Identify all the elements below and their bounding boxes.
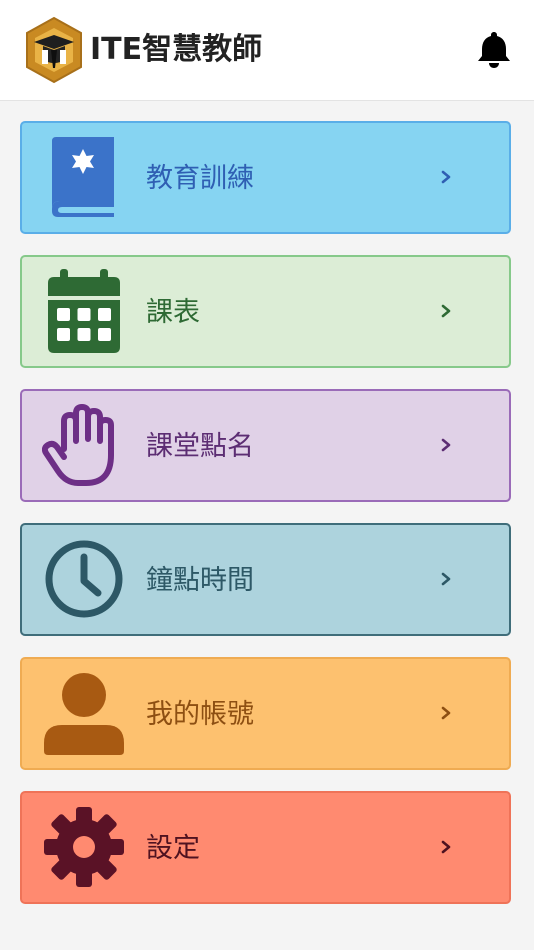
clock-icon: [42, 537, 126, 621]
menu-item-class-attendance[interactable]: 課堂點名: [20, 389, 511, 502]
menu-item-label: 我的帳號: [146, 699, 254, 730]
main-menu: 教育訓練 課表 課堂點名 鐘點時間 我的帳號 設定: [20, 121, 511, 925]
menu-item-timetable[interactable]: 課表: [20, 255, 511, 368]
app-header: ITE智慧教師: [0, 0, 534, 101]
chevron-right-icon: [439, 837, 453, 857]
menu-item-label: 課表: [146, 297, 200, 328]
menu-item-label: 教育訓練: [146, 163, 254, 194]
gear-icon: [42, 805, 126, 889]
ite-mortarboard-logo-icon: [24, 16, 84, 84]
menu-item-label: 設定: [146, 833, 200, 864]
menu-item-clock-hours[interactable]: 鐘點時間: [20, 523, 511, 636]
calendar-icon: [42, 269, 126, 353]
chevron-right-icon: [439, 167, 453, 187]
app-screen: ITE智慧教師 教育訓練 課表 課堂點名 鐘點時間 我的帳號 設定: [0, 0, 534, 950]
chevron-right-icon: [439, 435, 453, 455]
book-icon: [42, 135, 126, 219]
chevron-right-icon: [439, 301, 453, 321]
menu-item-label: 課堂點名: [146, 431, 254, 462]
menu-item-label: 鐘點時間: [146, 565, 254, 596]
hand-icon: [41, 403, 126, 487]
app-title: ITE智慧教師: [90, 32, 263, 67]
user-icon: [42, 671, 126, 755]
menu-item-settings[interactable]: 設定: [20, 791, 511, 904]
menu-item-my-account[interactable]: 我的帳號: [20, 657, 511, 770]
bell-icon[interactable]: [474, 28, 514, 70]
chevron-right-icon: [439, 703, 453, 723]
menu-item-education-training[interactable]: 教育訓練: [20, 121, 511, 234]
chevron-right-icon: [439, 569, 453, 589]
